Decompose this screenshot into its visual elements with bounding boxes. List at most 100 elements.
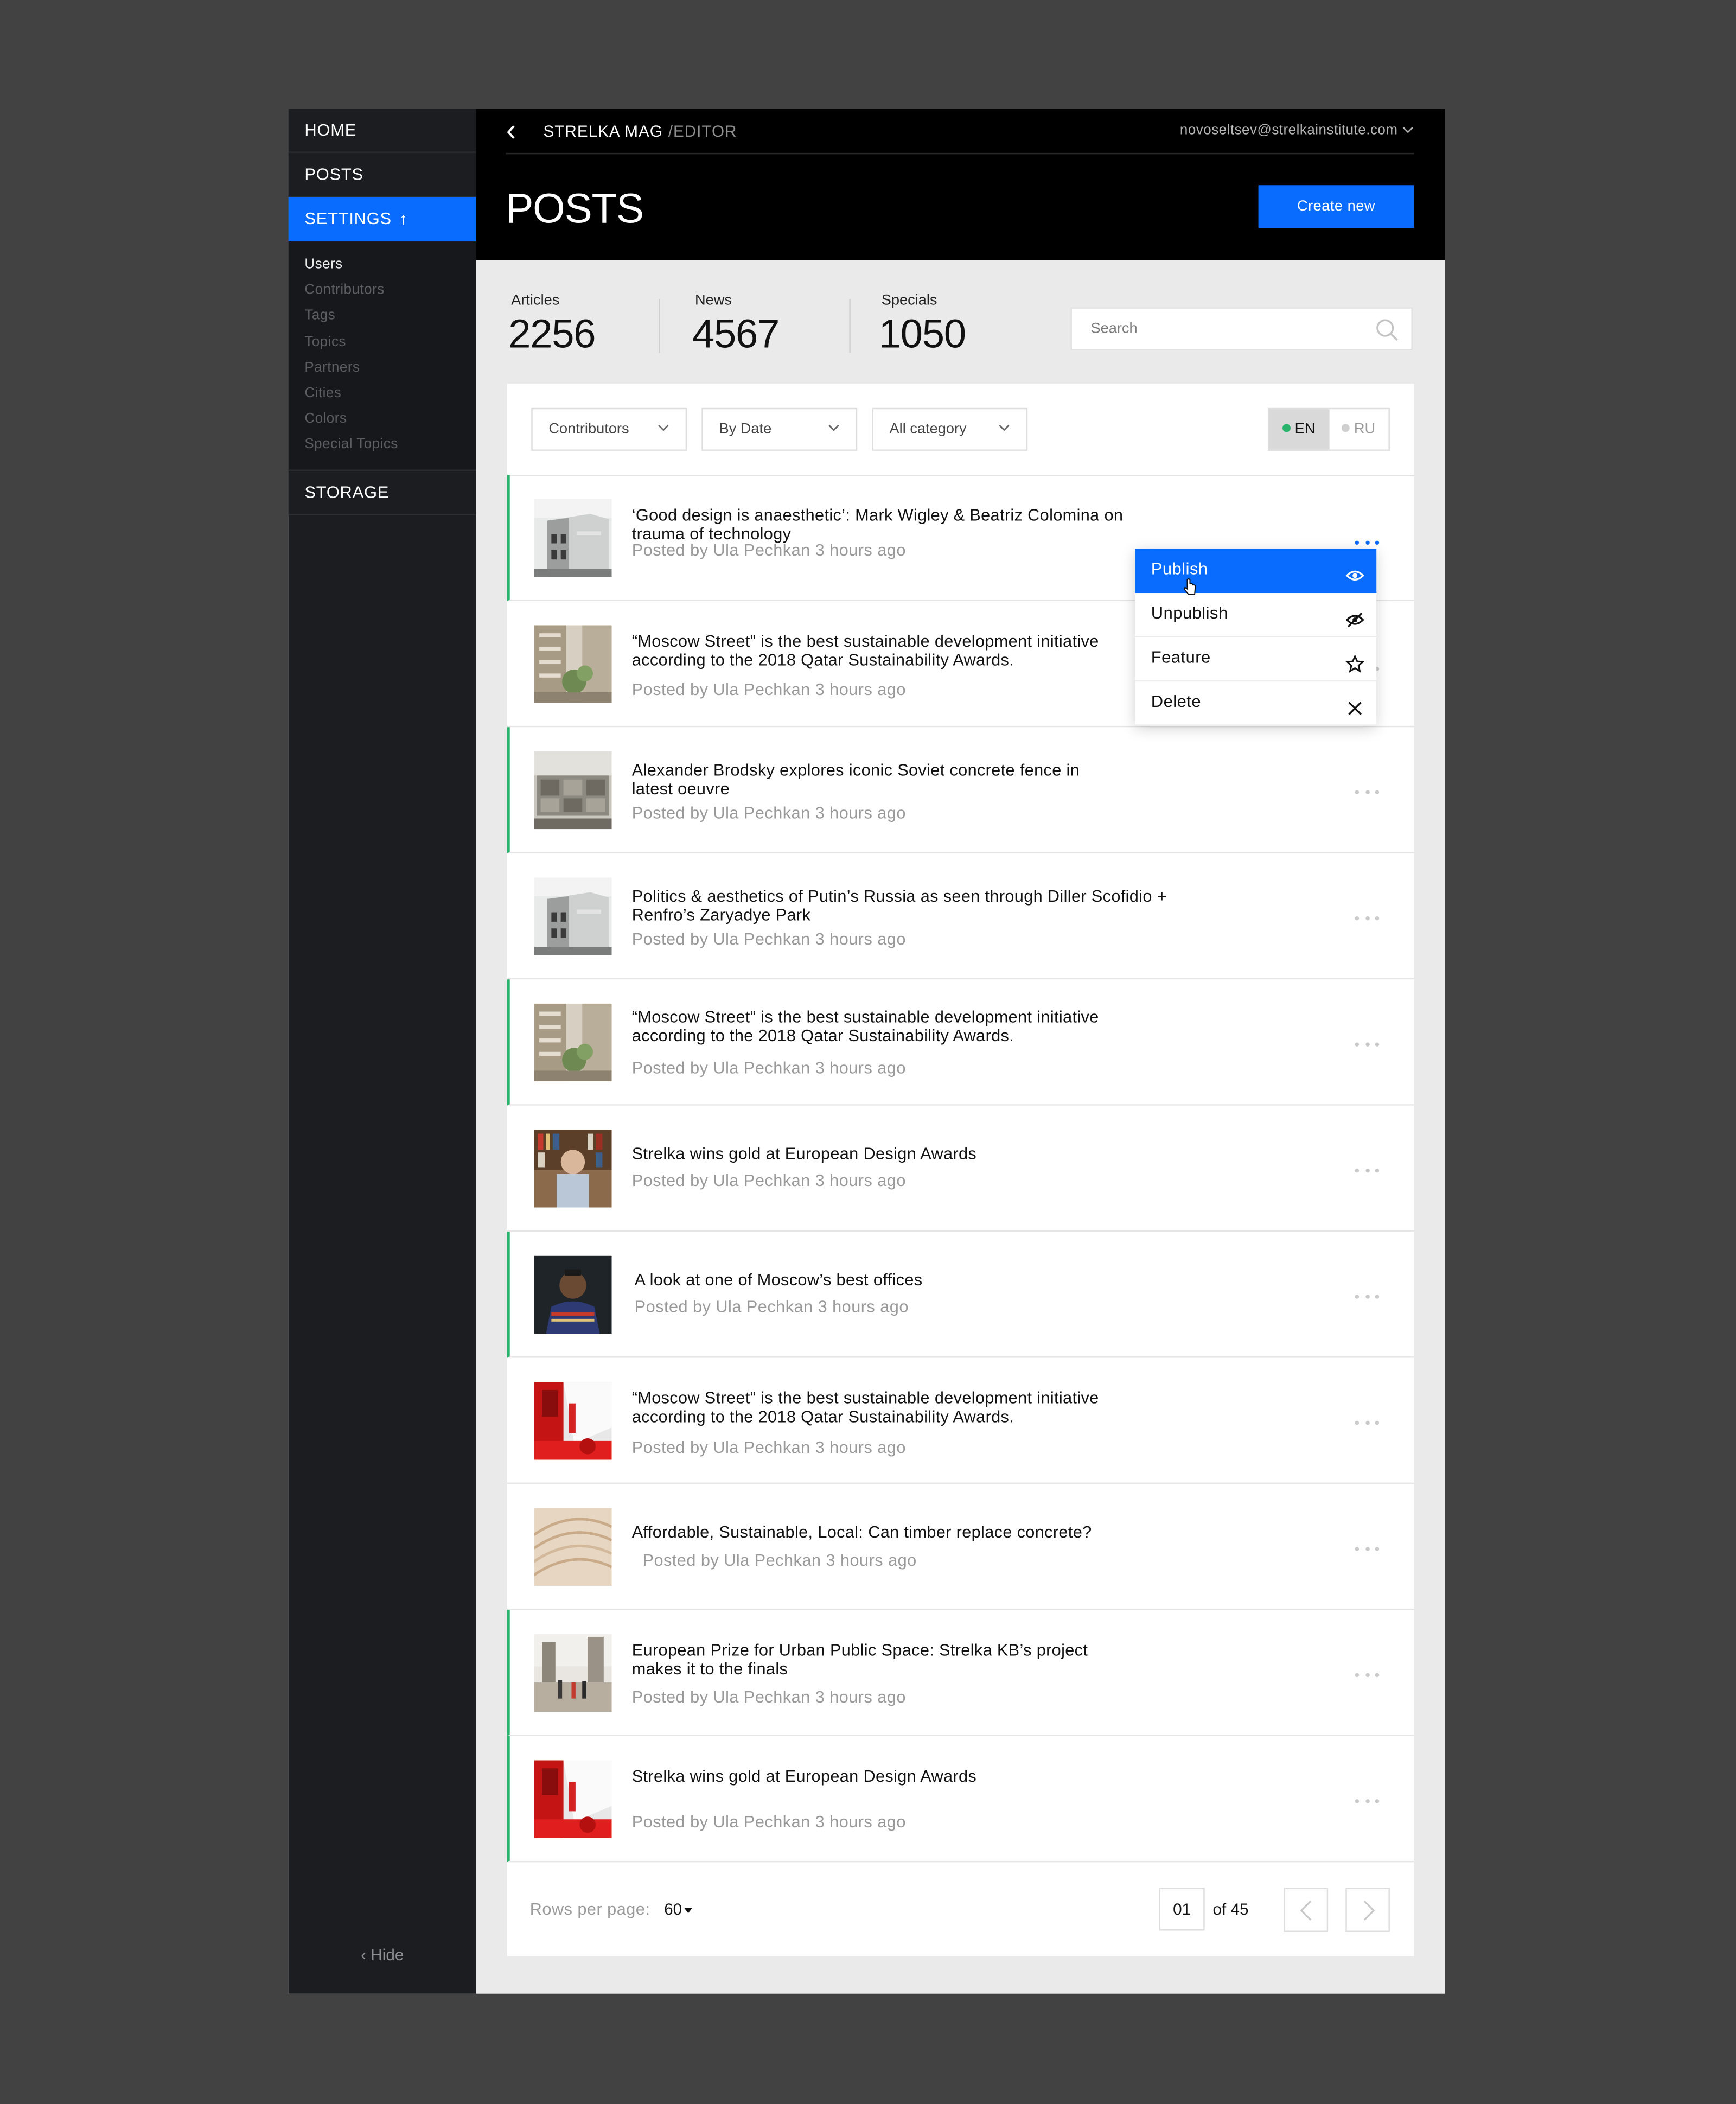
sidebar-item-home[interactable]: HOME (288, 109, 476, 153)
subnav-item-contributors[interactable]: Contributors (289, 278, 476, 303)
post-meta: Posted by Ula Pechkan 3 hours ago (642, 1551, 917, 1570)
more-options-icon[interactable] (1355, 1418, 1380, 1426)
user-email: novoseltsev@strelkainstitute.com (1179, 122, 1398, 138)
post-meta: Posted by Ula Pechkan 3 hours ago (631, 1438, 906, 1457)
more-options-icon[interactable] (1355, 1040, 1380, 1048)
subnav-item-tags[interactable]: Tags (289, 304, 476, 329)
post-thumbnail[interactable] (534, 1508, 612, 1586)
sidebar-item-settings[interactable]: SETTINGS ↑ (288, 197, 476, 242)
post-thumbnail[interactable] (534, 877, 612, 955)
stat-label: Articles (511, 292, 560, 309)
menu-item-label: Feature (1151, 648, 1211, 667)
pagination: Rows per page: 60 01 of 45 (507, 1864, 1414, 1955)
create-new-button[interactable]: Create new (1258, 185, 1414, 228)
sidebar-item-storage[interactable]: STORAGE (288, 470, 476, 515)
chevron-left-icon (1300, 1900, 1312, 1921)
post-row[interactable]: “Moscow Street” is the best sustainable … (507, 979, 1414, 1106)
post-title[interactable]: Strelka wins gold at European Design Awa… (632, 1145, 1142, 1164)
post-thumbnail[interactable] (534, 1634, 612, 1712)
post-meta: Posted by Ula Pechkan 3 hours ago (631, 1059, 906, 1077)
post-thumbnail[interactable] (534, 1003, 612, 1082)
post-title[interactable]: “Moscow Street” is the best sustainable … (632, 632, 1135, 670)
search-icon[interactable] (1375, 318, 1400, 342)
post-title[interactable]: Affordable, Sustainable, Local: Can timb… (632, 1523, 1142, 1542)
subnav-item-topics[interactable]: Topics (289, 329, 476, 355)
search-input[interactable] (1088, 319, 1362, 339)
dropdown-label: By Date (719, 421, 772, 438)
post-title[interactable]: ‘Good design is anaesthetic’: Mark Wigle… (632, 506, 1142, 544)
post-thumbnail[interactable] (534, 1130, 612, 1208)
post-row[interactable]: Affordable, Sustainable, Local: Can timb… (507, 1484, 1414, 1610)
post-meta: Posted by Ula Pechkan 3 hours ago (631, 1812, 906, 1832)
post-row[interactable]: Strelka wins gold at European Design Awa… (507, 1106, 1414, 1232)
stat-label: Specials (881, 292, 937, 309)
post-thumbnail[interactable] (534, 751, 612, 830)
subnav-item-cities[interactable]: Cities (289, 381, 476, 406)
lang-ru-button[interactable]: RU (1329, 409, 1388, 449)
post-text: A look at one of Moscow’s best offices (635, 1271, 1145, 1290)
post-thumbnail[interactable] (534, 625, 612, 703)
subnav-item-special-topics[interactable]: Special Topics (289, 432, 476, 458)
stat-label: News (694, 292, 732, 309)
status-dot-icon (1342, 424, 1350, 432)
lang-en-button[interactable]: EN (1269, 409, 1329, 450)
rows-per-page-value: 60 (664, 1899, 682, 1919)
chevron-down-icon (1402, 126, 1413, 133)
post-thumbnail[interactable] (534, 1760, 612, 1838)
more-options-icon[interactable] (1355, 1671, 1380, 1679)
more-options-icon[interactable] (1355, 1166, 1380, 1174)
post-title[interactable]: Alexander Brodsky explores iconic Soviet… (632, 761, 1102, 799)
subnav-item-partners[interactable]: Partners (289, 355, 476, 381)
post-title[interactable]: A look at one of Moscow’s best offices (635, 1271, 1145, 1290)
post-row[interactable]: European Prize for Urban Public Space: S… (507, 1610, 1414, 1736)
editor-window: HOME POSTS SETTINGS ↑ Users Contributors… (288, 109, 1445, 1994)
date-filter[interactable]: By Date (701, 407, 858, 451)
contributors-filter[interactable]: Contributors (531, 407, 687, 451)
rows-per-page-select[interactable]: 60 (664, 1899, 693, 1919)
more-options-icon[interactable] (1355, 1544, 1380, 1552)
chevron-right-icon (1363, 1900, 1375, 1921)
user-menu[interactable]: novoseltsev@strelkainstitute.com (1180, 122, 1414, 138)
post-row[interactable]: “Moscow Street” is the best sustainable … (507, 1358, 1414, 1484)
post-title[interactable]: “Moscow Street” is the best sustainable … (632, 1008, 1135, 1045)
more-options-icon[interactable] (1355, 538, 1380, 546)
menu-item-unpublish[interactable]: Unpublish (1135, 593, 1377, 637)
post-thumbnail[interactable] (534, 1382, 612, 1460)
next-page-button[interactable] (1345, 1888, 1390, 1932)
post-row[interactable]: Politics & aesthetics of Putin’s Russia … (507, 853, 1414, 980)
menu-item-delete[interactable]: Delete (1135, 681, 1377, 726)
post-text: Strelka wins gold at European Design Awa… (632, 1145, 1142, 1164)
category-filter[interactable]: All category (872, 407, 1028, 451)
post-title[interactable]: European Prize for Urban Public Space: S… (632, 1641, 1135, 1679)
post-thumbnail[interactable] (534, 1255, 612, 1334)
post-row[interactable]: Alexander Brodsky explores iconic Soviet… (507, 727, 1414, 853)
menu-item-label: Unpublish (1151, 603, 1228, 623)
post-row[interactable]: Strelka wins gold at European Design Awa… (507, 1736, 1414, 1863)
subnav-item-colors[interactable]: Colors (289, 407, 476, 432)
search-box[interactable] (1070, 307, 1413, 350)
brand-name[interactable]: STRELKA MAG (544, 122, 663, 141)
menu-item-feature[interactable]: Feature (1135, 637, 1377, 682)
post-title[interactable]: Politics & aesthetics of Putin’s Russia … (632, 887, 1222, 925)
more-options-icon[interactable] (1355, 914, 1380, 922)
more-options-icon[interactable] (1355, 1796, 1380, 1805)
post-title[interactable]: Strelka wins gold at European Design Awa… (632, 1768, 1142, 1786)
language-toggle: EN RU (1267, 407, 1390, 451)
post-title[interactable]: “Moscow Street” is the best sustainable … (632, 1389, 1162, 1426)
page-count: of 45 (1212, 1899, 1249, 1919)
more-options-icon[interactable] (1355, 1292, 1380, 1300)
hide-sidebar-button[interactable]: ‹ Hide (289, 1946, 476, 1965)
menu-item-label: Publish (1151, 559, 1208, 578)
post-row[interactable]: A look at one of Moscow’s best offices P… (507, 1232, 1414, 1358)
stat-articles: Articles 2256 (508, 292, 596, 358)
subnav-item-users[interactable]: Users (289, 252, 476, 278)
page-number-input[interactable]: 01 (1159, 1888, 1205, 1931)
post-thumbnail[interactable] (534, 499, 612, 577)
stat-news: News 4567 (692, 292, 780, 358)
header-divider (506, 152, 1414, 155)
menu-item-publish[interactable]: Publish (1135, 549, 1377, 595)
chevron-left-icon[interactable] (506, 124, 516, 139)
prev-page-button[interactable] (1284, 1888, 1329, 1932)
sidebar-item-posts[interactable]: POSTS (288, 152, 476, 197)
more-options-icon[interactable] (1355, 788, 1380, 796)
